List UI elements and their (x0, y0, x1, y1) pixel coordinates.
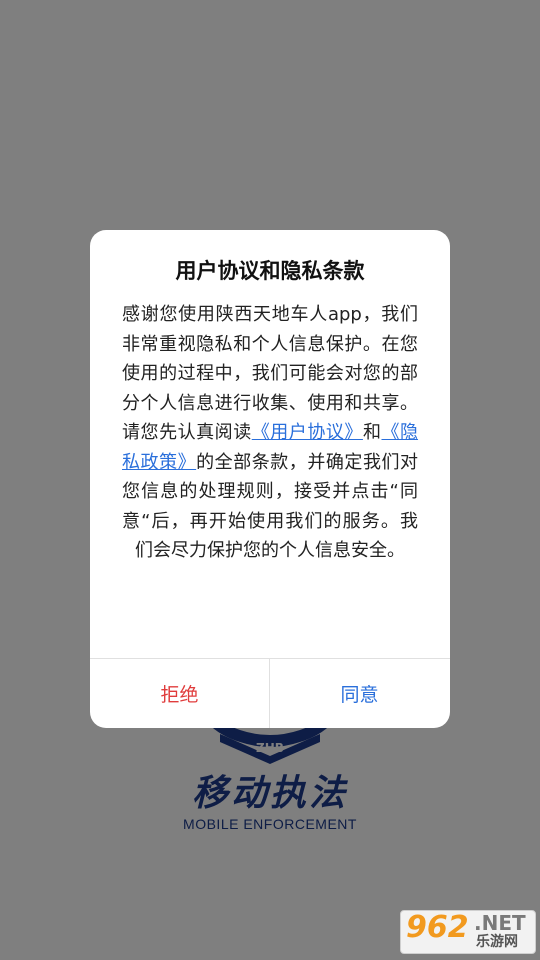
body-text-and: 和 (362, 422, 382, 443)
agree-button[interactable]: 同意 (270, 659, 449, 728)
dialog-body: 感谢您使用陕西天地车人app，我们非常重视隐私和个人信息保护。在您使用的过程中，… (122, 300, 418, 566)
user-agreement-link[interactable]: 《用户协议》 (252, 422, 363, 443)
watermark-name: 乐游网 (476, 934, 518, 950)
watermark-number: 962 (406, 910, 469, 945)
reject-button[interactable]: 拒绝 (90, 659, 269, 728)
privacy-dialog: 用户协议和隐私条款 感谢您使用陕西天地车人app，我们非常重视隐私和个人信息保护… (90, 230, 450, 728)
watermark-domain: .NET (474, 911, 526, 935)
dialog-title: 用户协议和隐私条款 (175, 259, 365, 283)
site-watermark: 962 .NET 乐游网 (400, 908, 536, 956)
app-screen: ZHB 移动执法 MOBILE ENFORCEMENT 用户协议和隐私条款 感谢… (0, 0, 540, 960)
